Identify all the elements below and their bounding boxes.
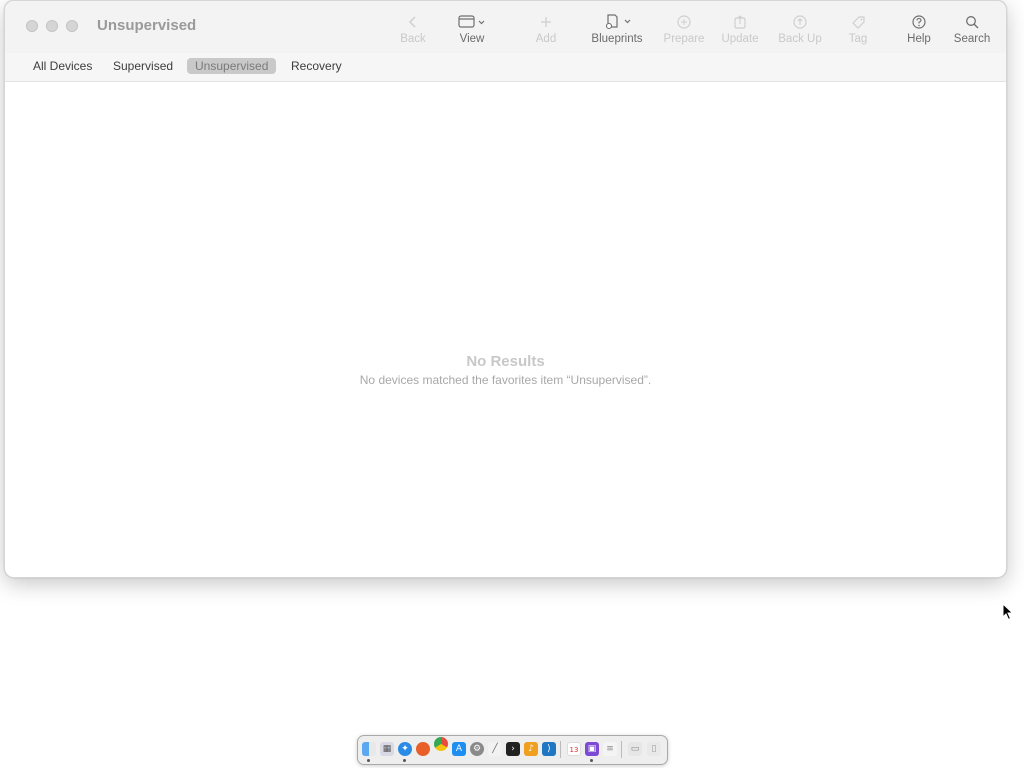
script-editor-icon[interactable]: ╱: [488, 742, 502, 756]
blueprints-label: Blueprints: [591, 33, 643, 45]
search-icon: [953, 11, 991, 31]
filter-supervised[interactable]: Supervised: [105, 58, 181, 74]
firefox-icon[interactable]: [416, 742, 430, 756]
tag-button[interactable]: Tag: [843, 11, 873, 51]
blueprints-icon: [585, 11, 649, 31]
plus-icon: [531, 11, 561, 31]
app-window: Unsupervised Back View Add Blueprints Pr…: [4, 0, 1007, 578]
notes-icon[interactable]: ≡: [603, 742, 617, 756]
favorites-bar: All Devices Supervised Unsupervised Reco…: [5, 53, 1006, 82]
configurator-icon[interactable]: ▣: [585, 742, 599, 756]
mouse-pointer-icon: [1002, 602, 1014, 626]
empty-state-subtitle: No devices matched the favorites item “U…: [359, 373, 652, 387]
chevron-left-icon: [398, 11, 428, 31]
dock: ▦ ✦ A ⚙ ╱ › ♪ ⟩ 13 ▣ ≡ ▭ ▯: [357, 735, 668, 765]
search-button[interactable]: Search: [953, 11, 991, 51]
running-indicator: [367, 759, 370, 762]
prepare-icon: [661, 11, 707, 31]
terminal-icon[interactable]: ›: [506, 742, 520, 756]
filter-recovery[interactable]: Recovery: [283, 58, 350, 74]
blueprints-button[interactable]: Blueprints: [585, 11, 649, 51]
prepare-button[interactable]: Prepare: [661, 11, 707, 51]
view-label: View: [459, 33, 485, 45]
garageband-icon[interactable]: ♪: [524, 742, 538, 756]
running-indicator: [590, 759, 593, 762]
vscode-icon[interactable]: ⟩: [542, 742, 556, 756]
safari-icon[interactable]: ✦: [398, 742, 412, 756]
view-icon: [452, 11, 492, 31]
add-label: Add: [535, 33, 557, 45]
launchpad-icon[interactable]: ▦: [380, 742, 394, 756]
device-list-area: No Results No devices matched the favori…: [5, 82, 1006, 577]
update-button[interactable]: Update: [718, 11, 762, 51]
app-store-icon[interactable]: A: [452, 742, 466, 756]
running-indicator: [403, 759, 406, 762]
close-window-button[interactable]: [26, 20, 38, 32]
finder-icon[interactable]: [362, 742, 376, 756]
question-mark-icon: [904, 11, 934, 31]
system-settings-icon[interactable]: ⚙: [470, 742, 484, 756]
calendar-day: 13: [569, 746, 579, 754]
search-label: Search: [953, 33, 991, 45]
dock-separator: [621, 741, 622, 758]
help-label: Help: [907, 33, 931, 45]
help-button[interactable]: Help: [904, 11, 934, 51]
view-button[interactable]: View: [452, 11, 492, 51]
backup-button[interactable]: Back Up: [773, 11, 827, 51]
tag-icon: [843, 11, 873, 31]
add-button[interactable]: Add: [531, 11, 561, 51]
empty-state-title: No Results: [466, 353, 545, 370]
back-label: Back: [400, 33, 426, 45]
update-label: Update: [721, 33, 759, 45]
back-button[interactable]: Back: [398, 11, 428, 51]
chrome-icon[interactable]: [434, 737, 448, 751]
window-title: Unsupervised: [97, 17, 197, 34]
filter-all-devices[interactable]: All Devices: [25, 58, 100, 74]
filter-unsupervised[interactable]: Unsupervised: [187, 58, 277, 74]
screenshot-icon[interactable]: ▭: [628, 742, 642, 756]
backup-icon: [773, 11, 827, 31]
update-icon: [718, 11, 762, 31]
calendar-icon[interactable]: 13: [567, 742, 581, 756]
zoom-window-button[interactable]: [66, 20, 78, 32]
prepare-label: Prepare: [663, 33, 705, 45]
minimize-window-button[interactable]: [46, 20, 58, 32]
tag-label: Tag: [848, 33, 868, 45]
dock-separator: [560, 741, 561, 758]
trash-icon[interactable]: ▯: [647, 742, 661, 756]
toolbar: Unsupervised Back View Add Blueprints Pr…: [5, 1, 1006, 53]
backup-label: Back Up: [778, 33, 822, 45]
